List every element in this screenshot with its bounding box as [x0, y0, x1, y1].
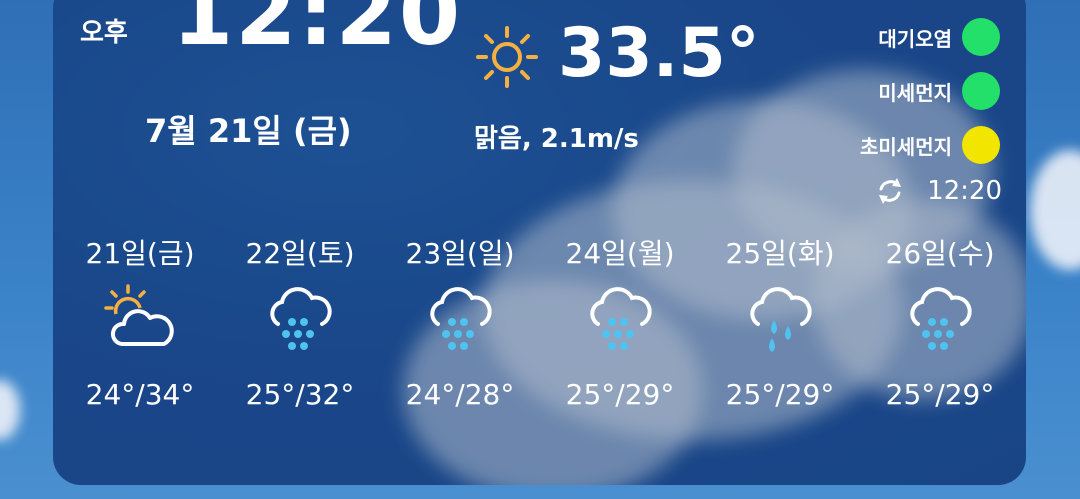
rain-icon: [430, 287, 492, 350]
fine-dust-indicator: [962, 72, 1000, 110]
weather-condition: 맑음, 2.1m/s: [474, 124, 639, 154]
updated-time: 12:20: [927, 176, 1002, 206]
forecast-temperature: 25°/29°: [565, 378, 675, 411]
forecast-date: 23일(일): [405, 237, 515, 270]
air-quality-item: 초미세먼지: [860, 126, 1000, 164]
forecast-temperature: 24°/28°: [405, 378, 515, 411]
air-quality-item: 미세먼지: [878, 72, 1000, 110]
forecast-day[interactable]: 22일(토) 25°/32°: [220, 232, 380, 411]
date-label[interactable]: 7월 21일 (금): [145, 106, 352, 152]
rain-icon: [910, 287, 972, 350]
forecast-temperature: 25°/29°: [885, 378, 995, 411]
forecast-day[interactable]: 23일(일) 24°/28°: [380, 232, 540, 411]
ampm-label: 오후: [80, 18, 128, 48]
forecast-date: 25일(화): [725, 237, 835, 270]
rain-icon: [270, 287, 332, 350]
rain-icon: [590, 287, 652, 350]
forecast-day[interactable]: 25일(화) 25°/29°: [700, 232, 860, 411]
clock-time[interactable]: 12:20: [172, 0, 462, 65]
light-rain-icon: [750, 287, 812, 352]
current-temperature: 33.5°: [558, 14, 760, 93]
forecast-temperature: 25°/29°: [725, 378, 835, 411]
forecast-list: 21일(금) 24°/34° 22일(토) 25°/32° 23일(일) 24°…: [60, 232, 1020, 411]
air-quality-panel: 대기오염 미세먼지 초미세먼지: [860, 18, 1000, 164]
air-pollution-indicator: [962, 18, 1000, 56]
forecast-date: 24일(월): [565, 237, 675, 270]
forecast-day[interactable]: 24일(월) 25°/29°: [540, 232, 700, 411]
ultrafine-dust-label: 초미세먼지: [860, 134, 952, 159]
forecast-temperature: 25°/32°: [245, 378, 355, 411]
ultrafine-dust-indicator: [962, 126, 1000, 164]
fine-dust-label: 미세먼지: [878, 80, 952, 105]
background-cloud: [1030, 150, 1080, 270]
air-quality-item: 대기오염: [878, 18, 1000, 56]
partly-cloudy-icon: [104, 284, 174, 346]
forecast-date: 21일(금): [85, 237, 195, 270]
forecast-day[interactable]: 21일(금) 24°/34°: [60, 232, 220, 411]
forecast-date: 26일(수): [885, 237, 995, 270]
air-pollution-label: 대기오염: [878, 26, 952, 51]
forecast-temperature: 24°/34°: [85, 378, 195, 411]
refresh-button[interactable]: 12:20: [875, 176, 1002, 206]
background-cloud: [0, 380, 20, 440]
sun-icon: [476, 26, 538, 88]
refresh-icon[interactable]: [875, 176, 905, 206]
forecast-day[interactable]: 26일(수) 25°/29°: [860, 232, 1020, 411]
forecast-date: 22일(토): [245, 237, 355, 270]
